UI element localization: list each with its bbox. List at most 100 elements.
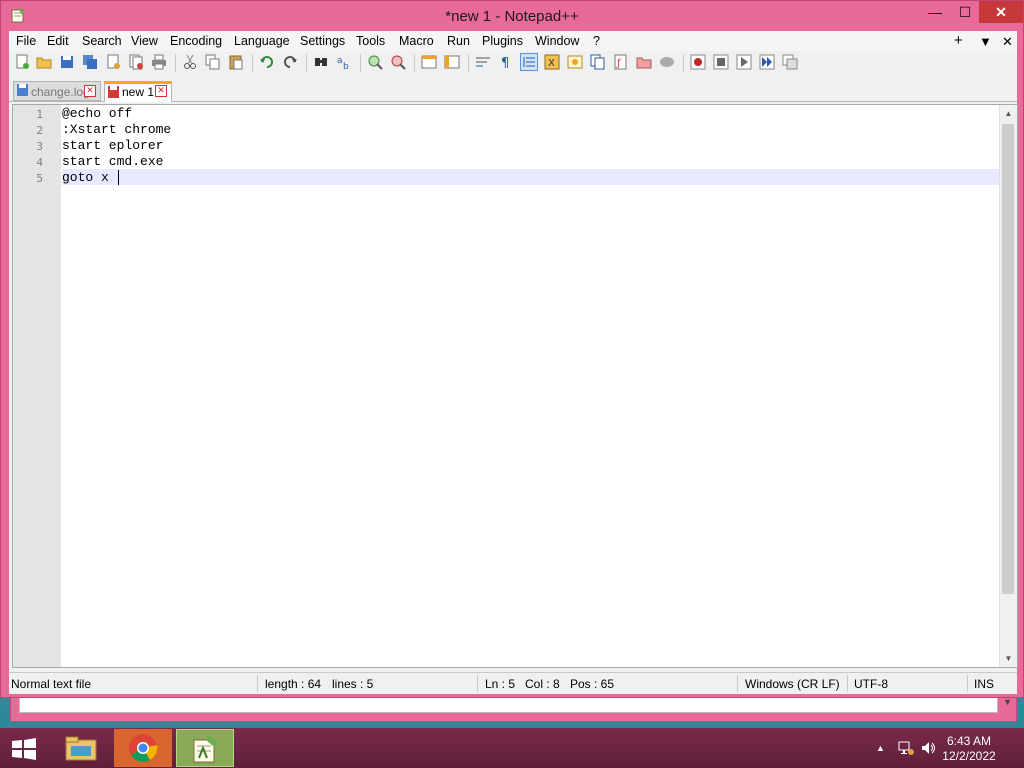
tab-change-log[interactable]: change.log ✕ — [13, 81, 101, 101]
find-icon[interactable] — [313, 54, 329, 70]
run-macro-multiple-icon[interactable] — [759, 54, 775, 70]
close-document-icon[interactable]: ✕ — [1002, 34, 1013, 50]
menu-encoding[interactable]: Encoding — [170, 34, 222, 48]
svg-text:a: a — [337, 56, 343, 66]
save-all-icon[interactable] — [82, 54, 98, 70]
background-window-field — [19, 697, 998, 713]
status-line: Ln : 5 — [485, 677, 516, 691]
svg-text:X: X — [548, 58, 555, 69]
menu-help[interactable]: ? — [593, 34, 600, 48]
close-tab-icon[interactable]: ✕ — [155, 85, 167, 97]
new-file-icon[interactable] — [14, 54, 30, 70]
menu-edit[interactable]: Edit — [47, 34, 69, 48]
taskbar-clock[interactable]: 6:43 AM 12/2/2022 — [934, 734, 1004, 764]
title-bar[interactable]: *new 1 - Notepad++ — ☐ ✕ — [1, 1, 1023, 31]
sync-vertical-icon[interactable] — [421, 54, 437, 70]
code-line[interactable]: :Xstart chrome — [62, 122, 171, 137]
scrollbar-thumb[interactable] — [1002, 124, 1014, 594]
menu-language[interactable]: Language — [234, 34, 290, 48]
taskbar-file-explorer[interactable] — [52, 729, 110, 767]
redo-icon[interactable] — [282, 54, 298, 70]
replace-icon[interactable]: ab — [336, 54, 352, 70]
toolbar: ab ¶ X ƒ — [9, 51, 1017, 75]
add-tab-icon[interactable]: + — [954, 32, 963, 49]
close-all-icon[interactable] — [128, 54, 144, 70]
window-title: *new 1 - Notepad++ — [445, 8, 579, 25]
code-line[interactable]: start cmd.exe — [62, 154, 163, 169]
save-macro-icon[interactable] — [782, 54, 798, 70]
folder-icon[interactable] — [636, 54, 652, 70]
chevron-down-icon[interactable]: ▼ — [1003, 697, 1012, 707]
taskbar-chrome[interactable] — [114, 729, 172, 767]
record-macro-icon[interactable] — [690, 54, 706, 70]
open-file-icon[interactable] — [36, 54, 52, 70]
zoom-in-icon[interactable] — [367, 54, 383, 70]
network-icon[interactable] — [898, 740, 914, 756]
show-all-characters-icon[interactable]: ¶ — [498, 54, 514, 70]
menu-settings[interactable]: Settings — [300, 34, 345, 48]
line-number: 3 — [36, 140, 43, 153]
code-line[interactable]: start eplorer — [62, 138, 163, 153]
menu-window[interactable]: Window — [535, 34, 579, 48]
menu-search[interactable]: Search — [82, 34, 122, 48]
print-icon[interactable] — [151, 54, 167, 70]
vertical-scrollbar[interactable]: ▲ ▼ — [999, 105, 1017, 667]
scroll-up-icon[interactable]: ▲ — [1000, 105, 1017, 122]
menu-plugins[interactable]: Plugins — [482, 34, 523, 48]
undo-icon[interactable] — [259, 54, 275, 70]
minimize-button[interactable]: — — [919, 1, 951, 23]
close-file-icon[interactable] — [105, 54, 121, 70]
close-button[interactable]: ✕ — [979, 1, 1023, 23]
status-separator — [737, 675, 738, 692]
show-hidden-icons-icon[interactable]: ▲ — [876, 743, 885, 753]
status-column: Col : 8 — [525, 677, 560, 691]
user-defined-language-icon[interactable]: X — [544, 54, 560, 70]
code-line[interactable]: @echo off — [62, 106, 132, 121]
indent-guide-icon[interactable] — [520, 53, 538, 71]
status-eol-format[interactable]: Windows (CR LF) — [745, 677, 840, 691]
copy-icon[interactable] — [205, 54, 221, 70]
folder-as-workspace-icon[interactable]: ƒ — [613, 54, 629, 70]
menu-file[interactable]: File — [16, 34, 36, 48]
line-number: 5 — [36, 172, 43, 185]
tab-list-dropdown-icon[interactable]: ▼ — [979, 34, 992, 49]
sync-horizontal-icon[interactable] — [444, 54, 460, 70]
maximize-button[interactable]: ☐ — [949, 1, 981, 23]
status-file-type: Normal text file — [11, 677, 92, 691]
monitoring-icon[interactable] — [659, 54, 675, 70]
cut-icon[interactable] — [182, 54, 198, 70]
status-separator — [257, 675, 258, 692]
notepadpp-icon — [193, 736, 219, 763]
toolbar-separator — [306, 54, 307, 72]
text-editor[interactable]: 1 2 3 4 5 @echo off :Xstart chrome start… — [12, 104, 1018, 668]
line-number: 2 — [36, 124, 43, 137]
paste-icon[interactable] — [228, 54, 244, 70]
menu-run[interactable]: Run — [447, 34, 470, 48]
toolbar-separator — [360, 54, 361, 72]
play-macro-icon[interactable] — [736, 54, 752, 70]
svg-text:b: b — [343, 62, 349, 70]
status-separator — [967, 675, 968, 692]
zoom-out-icon[interactable] — [390, 54, 406, 70]
status-insert-mode[interactable]: INS — [974, 677, 994, 691]
taskbar-notepadpp[interactable] — [176, 729, 234, 767]
scroll-down-icon[interactable]: ▼ — [1000, 650, 1017, 667]
status-encoding[interactable]: UTF-8 — [854, 677, 888, 691]
code-line[interactable]: goto x — [62, 170, 117, 185]
document-map-icon[interactable] — [567, 54, 583, 70]
status-position: Pos : 65 — [570, 677, 615, 691]
tab-new-1[interactable]: new 1 ✕ — [104, 81, 172, 102]
save-icon[interactable] — [59, 54, 75, 70]
menu-tools[interactable]: Tools — [356, 34, 385, 48]
windows-start-icon[interactable] — [11, 738, 37, 760]
status-bar: Normal text file length : 64 lines : 5 L… — [9, 672, 1017, 694]
tab-bar: change.log ✕ new 1 ✕ — [9, 79, 1017, 102]
close-tab-icon[interactable]: ✕ — [84, 85, 96, 97]
notepadpp-window: *new 1 - Notepad++ — ☐ ✕ File Edit Searc… — [0, 0, 1024, 698]
function-list-icon[interactable] — [590, 54, 606, 70]
toolbar-separator — [468, 54, 469, 72]
stop-recording-icon[interactable] — [713, 54, 729, 70]
word-wrap-icon[interactable] — [475, 54, 491, 70]
menu-view[interactable]: View — [131, 34, 158, 48]
menu-macro[interactable]: Macro — [399, 34, 434, 48]
